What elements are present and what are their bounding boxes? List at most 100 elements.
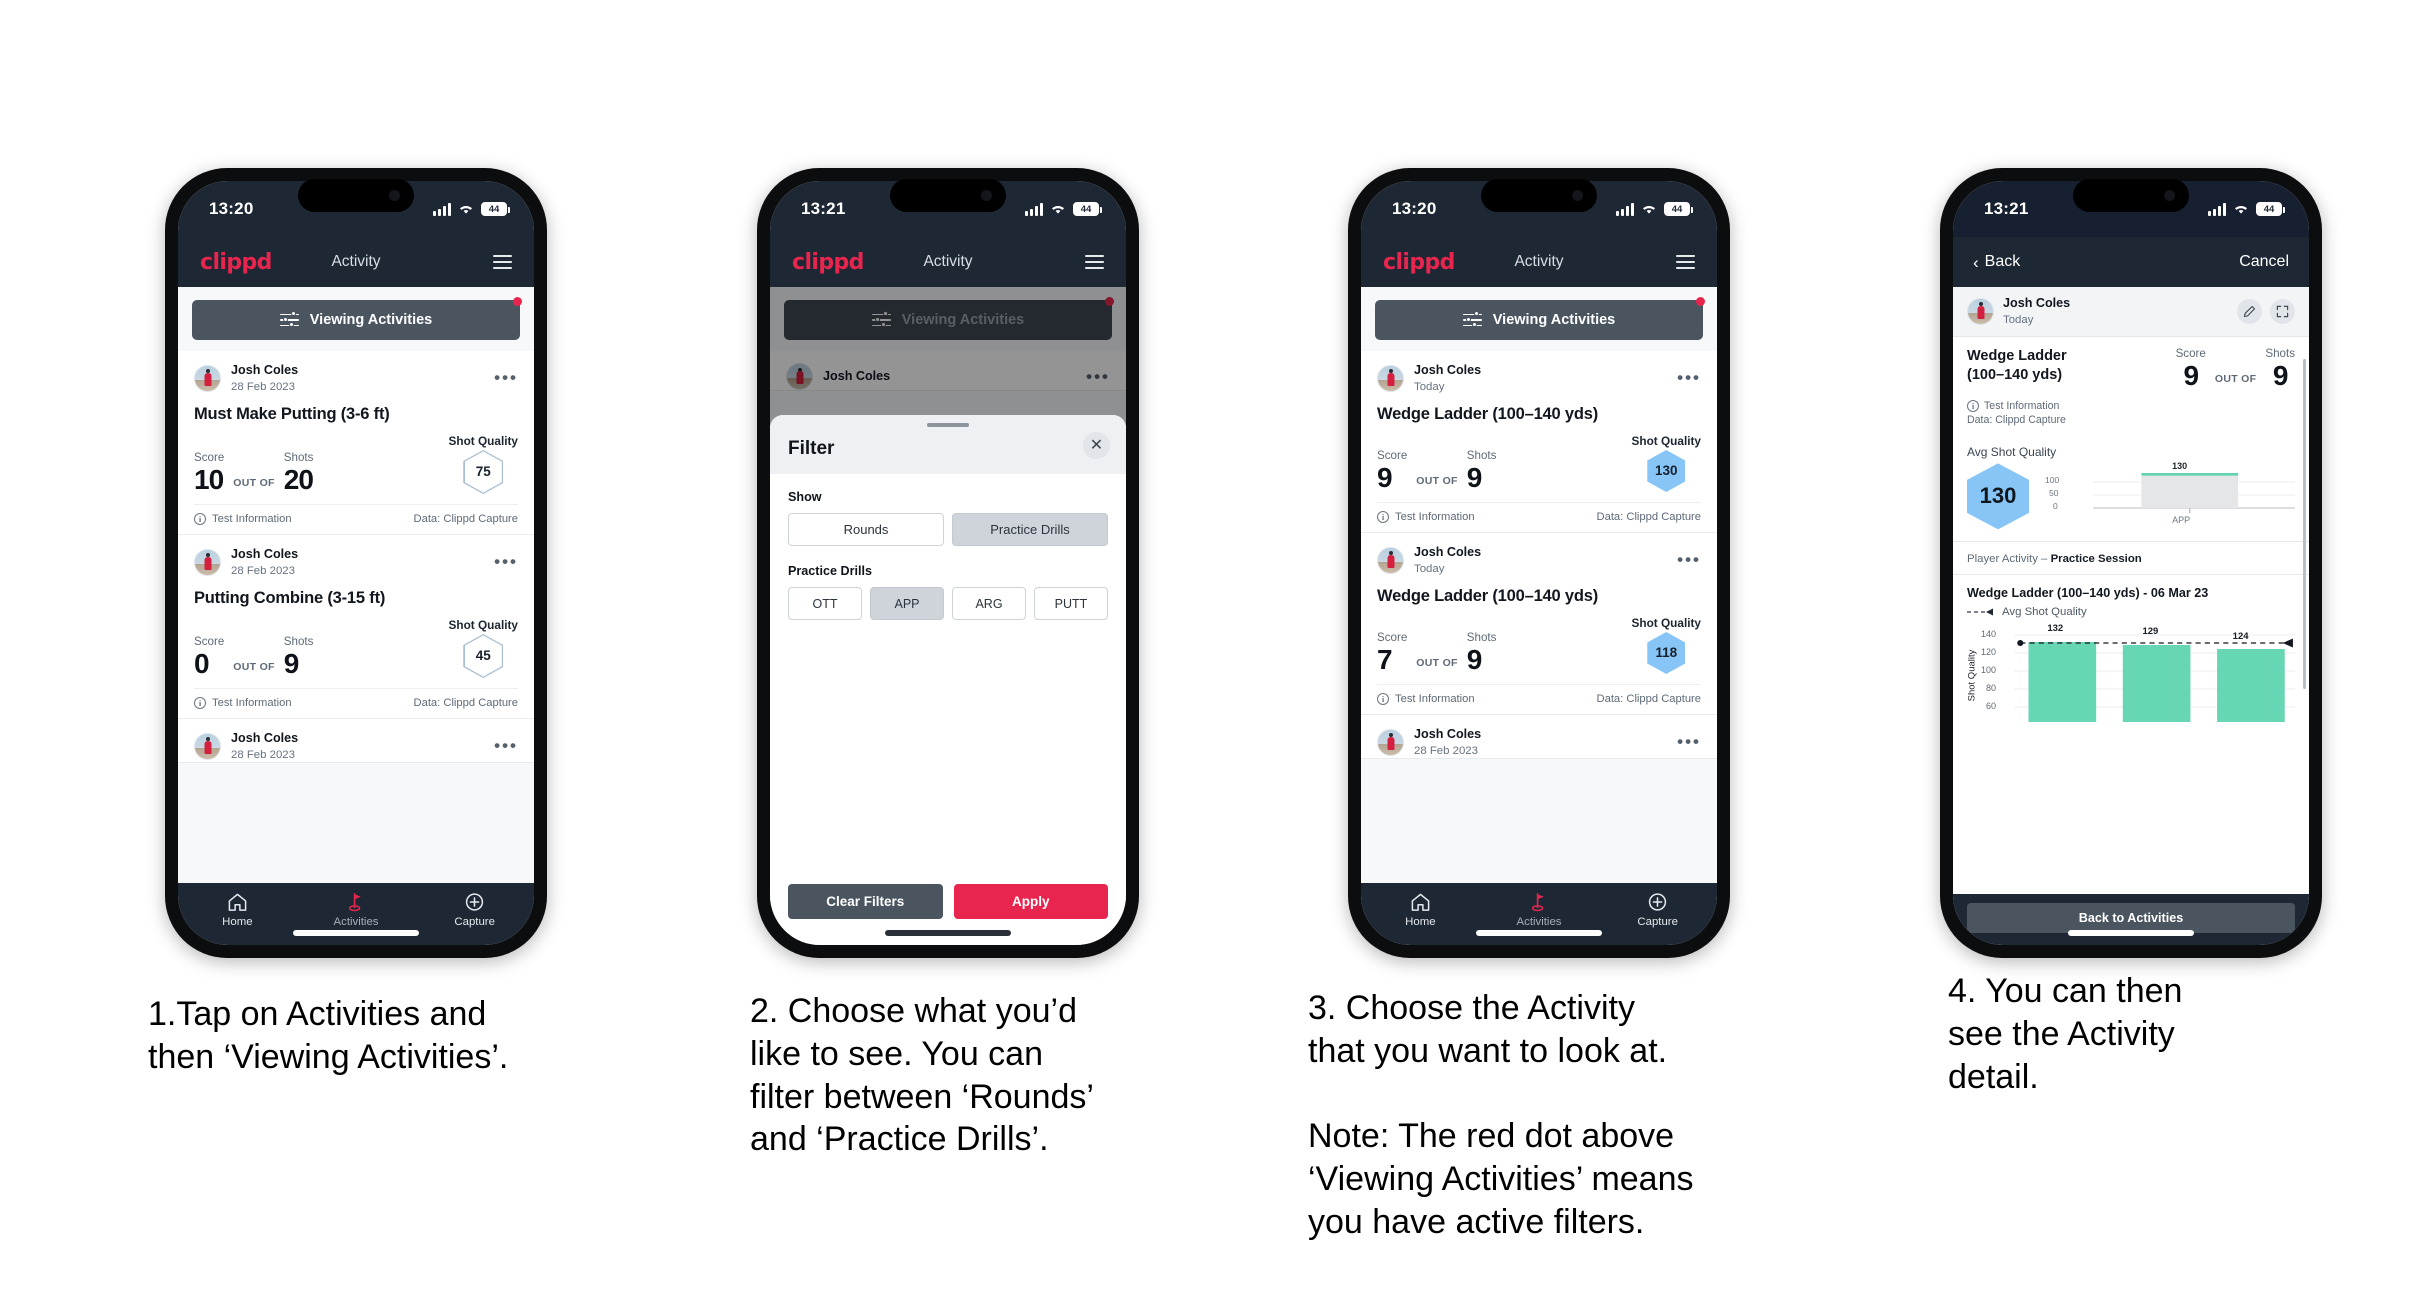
score-label: Score	[194, 634, 225, 648]
card-menu-icon[interactable]: •••	[494, 553, 518, 570]
score-value: 7	[1377, 643, 1393, 675]
ytick-140: 140	[1981, 629, 1997, 640]
viewing-activities-button[interactable]: Viewing Activities	[192, 300, 520, 340]
scrollbar[interactable]	[2303, 359, 2306, 689]
ytick-80: 80	[1986, 683, 1997, 694]
tab-activities[interactable]: Activities	[297, 892, 416, 928]
tab-home[interactable]: Home	[178, 892, 297, 928]
activity-card-partial[interactable]: Josh Coles 28 Feb 2023 •••	[178, 718, 534, 763]
drill-chip-app[interactable]: APP	[870, 587, 944, 620]
out-of-label: OUT OF	[233, 476, 275, 489]
back-button[interactable]: ‹ Back	[1973, 253, 2020, 271]
shots-label: Shots	[1466, 448, 1497, 462]
show-option-rounds[interactable]: Rounds	[788, 513, 944, 546]
show-toggle-group: Rounds Practice Drills	[788, 513, 1108, 546]
activity-date: Today	[2003, 313, 2034, 326]
shots-label: Shots	[283, 450, 314, 464]
wifi-icon	[460, 206, 472, 214]
bar-label-1: 132	[2047, 623, 2064, 635]
info-icon: i	[194, 512, 206, 525]
mini-chart-ytick-100: 100	[2045, 475, 2060, 486]
pencil-icon[interactable]	[2237, 298, 2262, 324]
clippd-logo: clippd	[200, 249, 272, 275]
back-to-activities-button[interactable]: Back to Activities	[1967, 903, 2295, 933]
screen-body: Josh Coles Today Wedge Ladder (100–140 y…	[1953, 287, 2309, 894]
tab-capture-label: Capture	[454, 916, 495, 928]
card-menu-icon[interactable]: •••	[1677, 369, 1701, 386]
shots-value: 9	[2272, 359, 2289, 391]
practice-drills-label: Practice Drills	[788, 564, 873, 578]
status-time: 13:20	[1392, 199, 1437, 218]
legend-label: Avg Shot Quality	[2002, 606, 2087, 619]
card-menu-icon[interactable]: •••	[1677, 733, 1701, 750]
drill-chip-arg[interactable]: ARG	[952, 587, 1026, 620]
status-time: 13:21	[1984, 199, 2029, 218]
test-information-label: Test Information	[1984, 400, 2060, 413]
detail-meta: i Test Information Data: Clippd Capture	[1953, 400, 2309, 437]
tab-activities[interactable]: Activities	[1480, 892, 1599, 928]
activity-card[interactable]: Josh Coles Today ••• Wedge Ladder (100–1…	[1361, 351, 1717, 533]
user-name: Josh Coles	[231, 363, 299, 377]
player-activity-prefix: Player Activity –	[1967, 553, 2051, 566]
card-menu-icon[interactable]: •••	[494, 737, 518, 754]
detail-header: Wedge Ladder (100–140 yds) Score 9 OUT O…	[1953, 336, 2309, 399]
user-name: Josh Coles	[1414, 363, 1482, 377]
caption-2: 2. Choose what you’d like to see. You ca…	[750, 992, 1094, 1159]
avatar	[194, 732, 221, 760]
phone-filter-sheet: 13:21 44 clippd Activity Viewing Activit…	[757, 168, 1139, 958]
viewing-activities-label: Viewing Activities	[1492, 312, 1616, 328]
score-label: Score	[1377, 630, 1408, 644]
activity-card[interactable]: Josh Coles 28 Feb 2023 ••• Must Make Put…	[178, 351, 534, 535]
card-menu-icon[interactable]: •••	[494, 369, 518, 386]
mini-chart-ytick-50: 50	[2049, 488, 2059, 499]
sheet-grabber[interactable]	[927, 423, 969, 427]
player-activity-row: Player Activity – Practice Session	[1953, 542, 2309, 576]
menu-icon[interactable]	[1085, 254, 1104, 270]
shot-quality-hexagon: 45	[463, 633, 504, 678]
activity-card[interactable]: Josh Coles 28 Feb 2023 ••• Putting Combi…	[178, 534, 534, 719]
score-label: Score	[2175, 346, 2206, 360]
drill-chip-putt[interactable]: PUTT	[1034, 587, 1108, 620]
card-menu-icon[interactable]: •••	[1677, 551, 1701, 568]
apply-button[interactable]: Apply	[953, 884, 1108, 919]
filter-icon	[279, 311, 299, 328]
viewing-activities-button[interactable]: Viewing Activities	[1375, 300, 1703, 340]
shot-quality-value: 75	[475, 464, 491, 480]
shots-label: Shots	[283, 634, 314, 648]
active-filter-dot	[513, 297, 522, 306]
tab-home[interactable]: Home	[1361, 892, 1480, 928]
menu-icon[interactable]	[1676, 254, 1695, 270]
signal-icon	[1616, 202, 1634, 216]
cancel-button[interactable]: Cancel	[2239, 253, 2289, 271]
activity-date: Today	[1414, 380, 1445, 393]
chart-legend: Avg Shot Quality	[1967, 606, 2295, 618]
shots-value: 9	[283, 647, 300, 679]
clear-filters-button[interactable]: Clear Filters	[788, 884, 943, 919]
tab-capture[interactable]: Capture	[415, 892, 534, 928]
shot-quality-hexagon: 75	[463, 449, 504, 494]
drill-chip-ott[interactable]: OTT	[788, 587, 862, 620]
phone-activities-list: 13:20 44 clippd Activity Viewing Activit…	[165, 168, 547, 958]
shots-label: Shots	[2265, 346, 2295, 360]
avg-shot-quality-section: Avg Shot Quality 130 100 50 0 130 APP	[1953, 436, 2309, 543]
ytick-120: 120	[1981, 647, 1997, 658]
activity-card[interactable]: Josh Coles Today ••• Wedge Ladder (100–1…	[1361, 532, 1717, 715]
signal-icon	[1025, 202, 1043, 216]
close-icon[interactable]: ✕	[1083, 432, 1110, 459]
tab-activities-label: Activities	[1516, 916, 1562, 928]
tab-capture-label: Capture	[1637, 916, 1678, 928]
tutorial-sheet: 13:20 44 clippd Activity Viewing Activit…	[0, 0, 2423, 1303]
shot-quality-chart-section: Wedge Ladder (100–140 yds) - 06 Mar 23 A…	[1953, 575, 2309, 723]
data-source-label: Data: Clippd Capture	[1596, 692, 1701, 705]
menu-icon[interactable]	[493, 254, 512, 270]
show-option-practice-drills[interactable]: Practice Drills	[952, 513, 1108, 546]
app-bar: clippd Activity	[770, 237, 1126, 287]
activity-card-partial[interactable]: Josh Coles 28 Feb 2023 •••	[1361, 714, 1717, 759]
detail-nav-bar: ‹ Back Cancel	[1953, 237, 2309, 287]
plus-circle-icon	[466, 893, 484, 911]
shots-value: 9	[1466, 643, 1483, 675]
tab-capture[interactable]: Capture	[1598, 892, 1717, 928]
expand-icon[interactable]	[2270, 298, 2295, 324]
battery-icon: 44	[2256, 202, 2285, 216]
score-value: 0	[194, 647, 210, 679]
